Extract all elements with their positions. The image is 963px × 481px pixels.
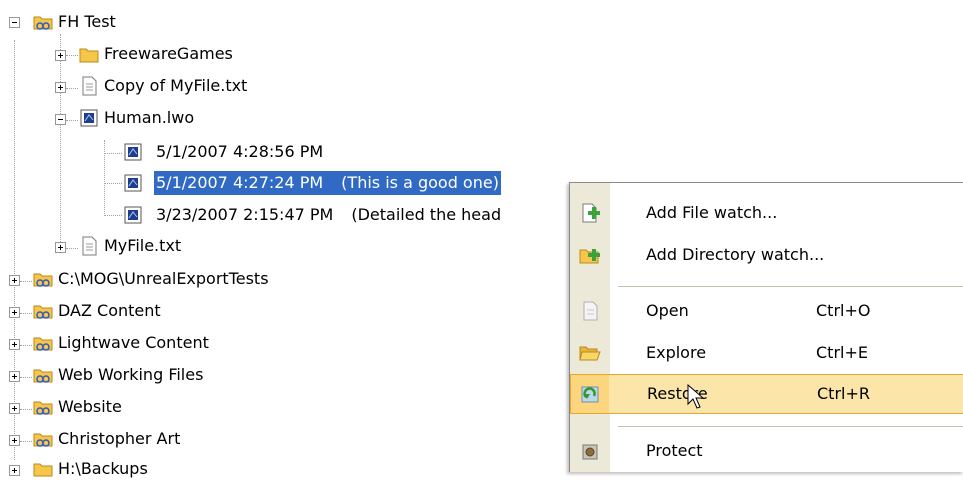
- version-note: (This is a good one): [341, 173, 499, 192]
- protect-icon: [582, 444, 598, 460]
- version-note: (Detailed the head: [351, 205, 502, 224]
- expand-toggle[interactable]: [9, 339, 20, 350]
- version-item[interactable]: 5/1/2007 4:28:56 PM: [154, 140, 325, 164]
- tree-item-label[interactable]: Lightwave Content: [56, 331, 211, 355]
- watch-root-icon: [33, 463, 53, 477]
- menu-item-label: Explore: [646, 343, 707, 362]
- menu-item-add-file-watch[interactable]: Add File watch...: [570, 193, 963, 233]
- watch-root-icon: [33, 273, 53, 287]
- expand-toggle[interactable]: [9, 275, 20, 286]
- watch-root-icon: [33, 305, 53, 319]
- tree-guide-line: [20, 409, 32, 410]
- menu-item-open[interactable]: Open Ctrl+O: [570, 291, 963, 331]
- text-file-icon: [82, 76, 97, 96]
- watch-root-icon: [33, 401, 53, 415]
- watch-root-icon: [33, 369, 53, 383]
- watch-root-icon: [33, 16, 53, 30]
- expand-toggle[interactable]: [55, 242, 66, 253]
- tree-item-label[interactable]: Web Working Files: [56, 363, 205, 387]
- mouse-cursor-icon: [687, 384, 705, 409]
- menu-item-protect[interactable]: Protect: [570, 431, 963, 471]
- restore-icon: [581, 386, 599, 403]
- tree-guide-line: [20, 377, 32, 378]
- tree-guide-line: [20, 345, 32, 346]
- tree-guide-line: [66, 248, 78, 249]
- expand-toggle[interactable]: [9, 435, 20, 446]
- folder-open-icon: [579, 346, 601, 361]
- version-timestamp: 3/23/2007 2:15:47 PM: [156, 205, 334, 224]
- expand-toggle[interactable]: [55, 50, 66, 61]
- folder-icon: [79, 48, 99, 63]
- tree-guide-line: [104, 183, 122, 184]
- menu-item-add-directory-watch[interactable]: Add Directory watch...: [570, 235, 963, 275]
- add-directory-watch-icon: [579, 249, 600, 264]
- expand-toggle[interactable]: [9, 403, 20, 414]
- context-menu: Add File watch... Add Directory watch...…: [569, 182, 963, 472]
- tree-item-label[interactable]: Human.lwo: [102, 106, 196, 130]
- tree-guide-line: [14, 40, 15, 460]
- watch-root-icon: [33, 433, 53, 447]
- tree-item-label[interactable]: DAZ Content: [56, 299, 163, 323]
- tree-guide-line: [66, 55, 78, 56]
- menu-item-label: Protect: [646, 441, 703, 460]
- menu-item-shortcut: Ctrl+O: [816, 301, 871, 320]
- collapse-toggle[interactable]: [55, 114, 66, 125]
- add-file-watch-icon: [582, 203, 600, 223]
- lwo-file-icon: [80, 109, 98, 127]
- menu-item-shortcut: Ctrl+E: [816, 343, 868, 362]
- menu-item-explore[interactable]: Explore Ctrl+E: [570, 333, 963, 373]
- tree-item-label[interactable]: Website: [56, 395, 124, 419]
- lwo-file-icon: [124, 143, 142, 161]
- tree-item-label[interactable]: FH Test: [56, 10, 118, 34]
- tree-item-label[interactable]: C:\MOG\UnrealExportTests: [56, 267, 271, 291]
- tree-guide-line: [66, 120, 78, 121]
- tree-guide-line: [104, 215, 122, 216]
- lwo-file-icon: [124, 174, 142, 192]
- tree-guide-line: [60, 34, 61, 248]
- tree-guide-line: [104, 140, 105, 216]
- menu-item-label: Add Directory watch...: [646, 245, 825, 264]
- expand-toggle[interactable]: [9, 371, 20, 382]
- menu-item-label: Open: [646, 301, 689, 320]
- menu-item-label: Add File watch...: [646, 203, 778, 222]
- text-file-icon: [82, 236, 97, 256]
- document-icon: [583, 301, 598, 321]
- tree-guide-line: [20, 313, 32, 314]
- menu-separator: [618, 286, 963, 287]
- tree-item-label[interactable]: FreewareGames: [102, 42, 235, 66]
- menu-item-restore[interactable]: Restore Ctrl+R: [570, 374, 963, 414]
- expand-toggle[interactable]: [9, 307, 20, 318]
- watch-root-icon: [33, 337, 53, 351]
- version-item[interactable]: 3/23/2007 2:15:47 PM (Detailed the head: [154, 203, 503, 227]
- tree-item-label[interactable]: Copy of MyFile.txt: [102, 74, 249, 98]
- tree-guide-line: [66, 88, 78, 89]
- expand-toggle[interactable]: [55, 82, 66, 93]
- version-timestamp: 5/1/2007 4:28:56 PM: [156, 142, 324, 161]
- lwo-file-icon: [124, 206, 142, 224]
- tree-item-label[interactable]: H:\Backups: [56, 457, 150, 481]
- menu-separator: [618, 426, 963, 427]
- version-item-selected[interactable]: 5/1/2007 4:27:24 PM (This is a good one): [153, 170, 502, 196]
- menu-item-shortcut: Ctrl+R: [817, 384, 870, 403]
- tree-guide-line: [20, 281, 32, 282]
- collapse-toggle[interactable]: [9, 17, 20, 28]
- tree-guide-line: [20, 441, 32, 442]
- tree-guide-line: [104, 153, 122, 154]
- tree-item-label[interactable]: MyFile.txt: [102, 234, 183, 258]
- tree-item-label[interactable]: Christopher Art: [56, 427, 182, 451]
- version-timestamp: 5/1/2007 4:27:24 PM: [156, 173, 324, 192]
